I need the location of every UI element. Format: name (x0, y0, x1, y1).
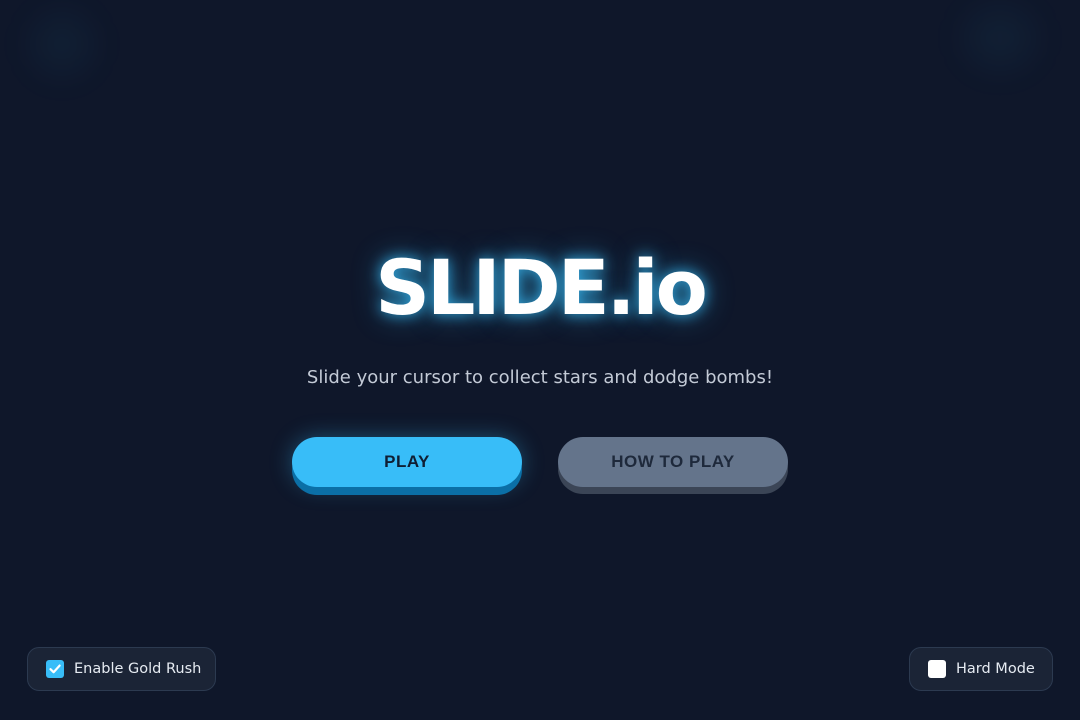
main-menu: SLIDE.io Slide your cursor to collect st… (0, 0, 1080, 720)
gold-rush-label: Enable Gold Rush (74, 661, 202, 677)
gold-rush-toggle[interactable]: Enable Gold Rush (27, 647, 216, 691)
checkmark-icon (49, 664, 61, 674)
gold-rush-checkbox[interactable] (46, 660, 64, 678)
how-to-play-button[interactable]: HOW TO PLAY (558, 437, 788, 487)
game-title: SLIDE.io (375, 243, 708, 332)
hard-mode-toggle[interactable]: Hard Mode (909, 647, 1053, 691)
ambient-glow-left (32, 14, 92, 74)
hard-mode-checkbox[interactable] (928, 660, 946, 678)
hard-mode-label: Hard Mode (956, 661, 1035, 677)
ambient-glow-right (965, 8, 1035, 68)
play-button[interactable]: PLAY (292, 437, 522, 487)
game-subtitle: Slide your cursor to collect stars and d… (306, 367, 774, 388)
